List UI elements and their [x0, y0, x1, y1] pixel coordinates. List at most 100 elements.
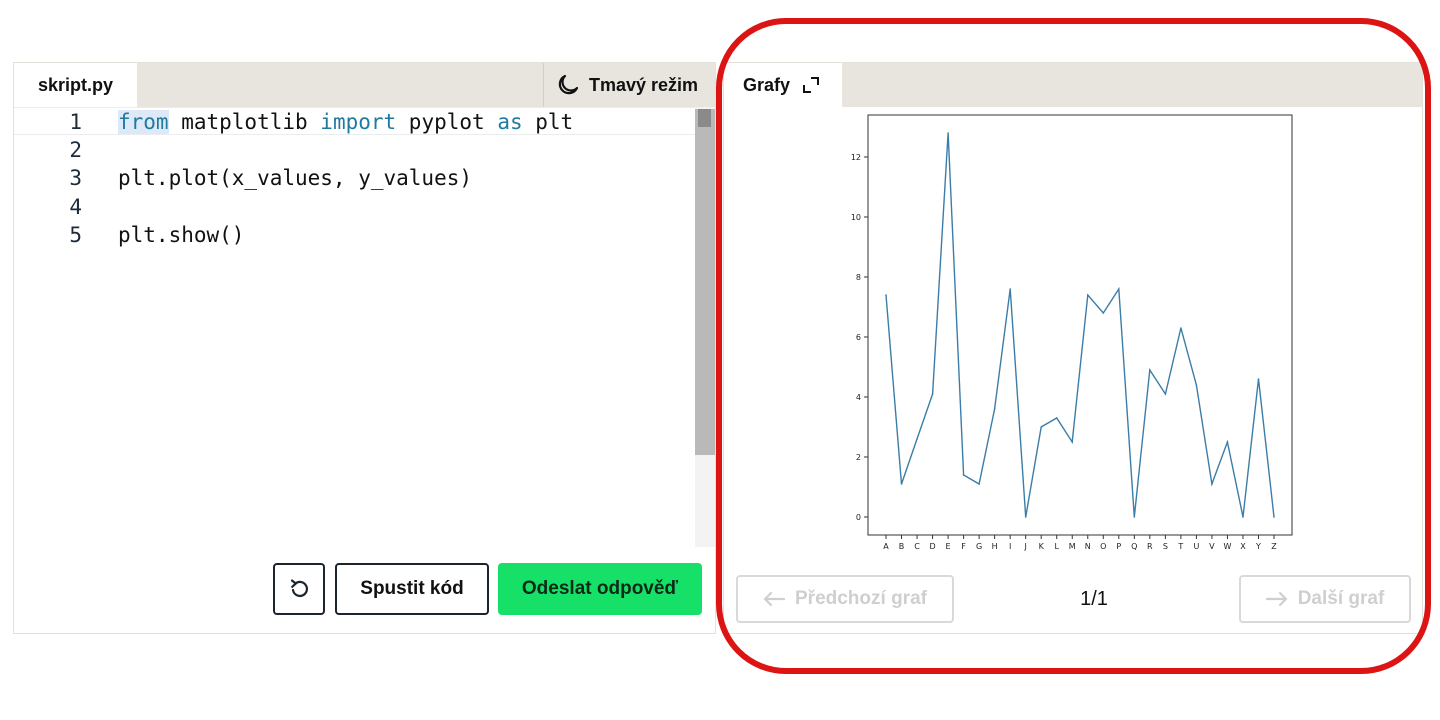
undo-icon — [290, 579, 308, 597]
y-tick-label: 2 — [856, 453, 861, 462]
x-tick-label: H — [992, 542, 998, 551]
graph-navigation: Předchozí graf 1/1 Další graf — [724, 575, 1422, 623]
submit-answer-button[interactable]: Odeslat odpověď — [498, 563, 702, 615]
line-code: from matplotlib import pyplot as plt — [118, 108, 573, 136]
code-line[interactable]: 1 from matplotlib import pyplot as plt — [14, 107, 697, 135]
code-line[interactable]: 5 plt.show() — [14, 221, 697, 249]
arrow-right-icon — [1265, 591, 1287, 607]
x-tick-label: M — [1069, 542, 1076, 551]
graph-page-indicator: 1/1 — [1080, 588, 1108, 610]
data-point — [1226, 441, 1229, 443]
data-point — [962, 474, 965, 476]
data-point — [1195, 384, 1198, 386]
x-tick-label: S — [1163, 542, 1168, 551]
data-point — [1149, 369, 1151, 371]
data-point — [1257, 378, 1260, 380]
data-point — [900, 483, 903, 485]
x-tick-label: U — [1193, 542, 1199, 551]
x-tick-label: B — [899, 542, 905, 551]
x-tick-label: R — [1147, 542, 1153, 551]
code-editor-panel: skript.py Tmavý režim 1 from matplotlib i… — [13, 62, 716, 634]
data-point — [1180, 327, 1182, 329]
graphs-tab-bar: Grafy — [724, 63, 1422, 107]
line-number: 2 — [69, 138, 82, 162]
arrow-left-icon — [763, 591, 785, 607]
x-tick-label: C — [914, 542, 920, 551]
graphs-tab-label: Grafy — [743, 74, 791, 95]
x-tick-label: P — [1116, 542, 1121, 551]
moon-icon — [558, 74, 579, 95]
code-area[interactable]: 1 from matplotlib import pyplot as plt 2 3 p… — [14, 107, 697, 537]
x-tick-label: T — [1177, 542, 1183, 551]
data-point — [931, 393, 934, 395]
code-keyword: import — [320, 110, 397, 134]
x-tick-label: D — [929, 542, 935, 551]
line-number: 5 — [69, 223, 82, 247]
data-point — [1071, 441, 1074, 443]
code-keyword: as — [497, 110, 523, 134]
y-tick-label: 10 — [851, 213, 861, 222]
run-code-button[interactable]: Spustit kód — [335, 563, 489, 615]
data-point — [1086, 294, 1089, 296]
next-graph-label: Další graf — [1297, 588, 1385, 609]
data-point — [993, 408, 996, 410]
chart-svg: 0 2 4 6 8 10 12 A B C D E F G H I J K L M N O P Q R S T U V W X Y Z — [851, 114, 1293, 551]
y-tick-label: 0 — [856, 513, 861, 522]
x-tick-label: N — [1085, 542, 1091, 551]
y-tick-label: 4 — [856, 393, 861, 402]
x-tick-label: X — [1240, 542, 1246, 551]
x-tick-label: I — [1009, 542, 1011, 551]
x-tick-label: F — [961, 542, 966, 551]
code-line[interactable]: 4 — [14, 193, 697, 221]
editor-scrollbar-thumb[interactable] — [695, 109, 715, 455]
scroll-up-arrow[interactable] — [698, 109, 711, 127]
dark-mode-toggle[interactable]: Tmavý režim — [543, 63, 715, 107]
data-point — [1164, 393, 1167, 395]
code-token: plt.show() — [118, 223, 245, 247]
x-tick-label: G — [976, 542, 982, 551]
y-tick-label: 8 — [856, 273, 861, 282]
tab-graphs[interactable]: Grafy — [724, 63, 842, 107]
data-point — [1055, 417, 1058, 419]
line-code: plt.plot(x_values, y_values) — [118, 164, 472, 192]
data-point — [1102, 312, 1105, 314]
x-tick-label: E — [946, 542, 951, 551]
previous-graph-button[interactable]: Předchozí graf — [736, 575, 954, 623]
expand-icon[interactable] — [802, 76, 820, 94]
code-line[interactable]: 2 — [14, 136, 697, 164]
x-tick-label: Z — [1271, 542, 1277, 551]
data-point — [1009, 288, 1011, 290]
line-code: plt.show() — [118, 221, 244, 249]
editor-tab-bar: skript.py Tmavý režim — [14, 63, 715, 107]
plot-frame — [867, 114, 1293, 536]
line-number: 3 — [69, 166, 82, 190]
data-point — [1242, 516, 1244, 518]
data-point — [978, 483, 980, 485]
code-line[interactable]: 3 plt.plot(x_values, y_values) — [14, 164, 697, 192]
x-tick-label: Y — [1255, 542, 1261, 551]
dark-mode-label: Tmavý režim — [589, 74, 699, 95]
code-token: matplotlib — [168, 110, 321, 134]
code-keyword: from — [118, 110, 169, 134]
next-graph-button[interactable]: Další graf — [1239, 575, 1411, 623]
data-point — [916, 438, 918, 440]
x-tick-label: K — [1039, 542, 1045, 551]
x-tick-label: W — [1223, 542, 1231, 551]
file-tab-skript[interactable]: skript.py — [14, 63, 137, 107]
data-point — [1118, 288, 1120, 290]
line-number: 1 — [69, 110, 82, 134]
data-point — [885, 294, 887, 296]
data-point — [1133, 516, 1136, 518]
code-token: plt.plot(x_values, y_values) — [118, 166, 473, 190]
reset-code-button[interactable] — [273, 563, 325, 615]
y-tick-label: 6 — [856, 333, 861, 342]
data-point — [1024, 516, 1027, 518]
line-number: 4 — [69, 195, 82, 219]
code-token: pyplot — [396, 110, 498, 134]
x-tick-label: J — [1024, 542, 1027, 551]
line-chart: 0 2 4 6 8 10 12 A B C D E F G H I J K L M N O P Q R S T U V W X Y Z — [824, 107, 1324, 565]
x-tick-label: A — [883, 542, 889, 551]
y-tick-label: 12 — [851, 153, 861, 162]
data-point — [1273, 516, 1275, 518]
graphs-panel: Grafy 0 2 4 6 8 10 12 A B C D E F G H I J K L M N O P Q R S T U V W X Y… — [723, 62, 1423, 634]
